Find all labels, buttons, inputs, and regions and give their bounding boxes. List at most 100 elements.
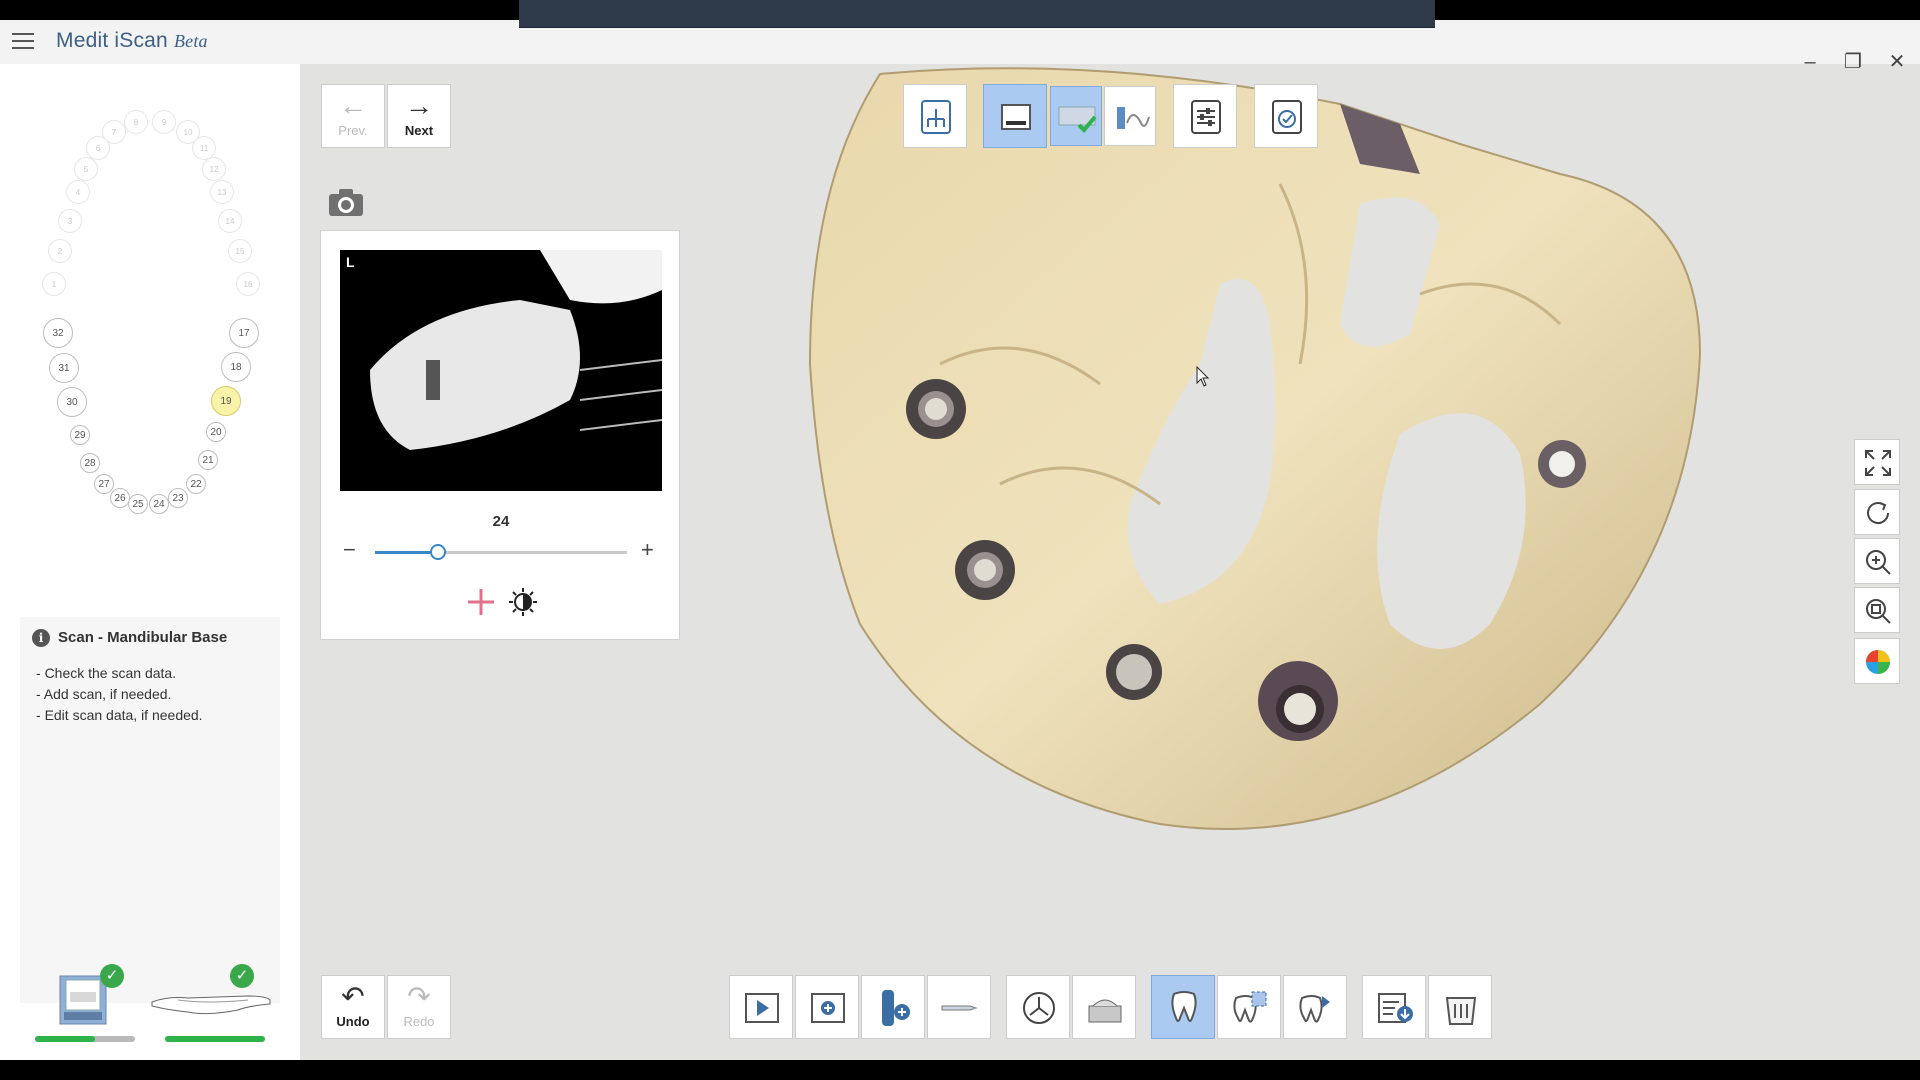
- tooth-22[interactable]: 22: [186, 474, 206, 494]
- increase-button[interactable]: +: [641, 537, 654, 563]
- brightness-slider[interactable]: [375, 544, 627, 560]
- trash-icon: [1445, 997, 1477, 1025]
- workflow-button[interactable]: [903, 84, 967, 148]
- info-item: Edit scan data, if needed.: [36, 705, 203, 726]
- contrast-icon[interactable]: [508, 587, 538, 617]
- scan-stage-implant-button[interactable]: [1104, 86, 1156, 146]
- base-scan-icon: [1001, 104, 1031, 130]
- undo-button[interactable]: ↶ Undo: [321, 975, 385, 1039]
- mouse-cursor-icon: [1196, 366, 1210, 387]
- menu-icon[interactable]: [12, 33, 34, 51]
- tooth-4[interactable]: 4: [66, 180, 90, 204]
- delete-button[interactable]: [1428, 975, 1492, 1039]
- tooth-31[interactable]: 31: [49, 353, 79, 383]
- tooth-30[interactable]: 30: [57, 387, 87, 417]
- scan-preview-panel: L 24 − +: [320, 230, 680, 640]
- tooth-23[interactable]: 23: [168, 488, 188, 508]
- info-title: i Scan - Mandibular Base: [32, 629, 227, 647]
- align-icon: [1023, 992, 1055, 1024]
- info-icon: i: [32, 629, 50, 647]
- play-scan-button[interactable]: [729, 975, 793, 1039]
- tooth-7[interactable]: 7: [102, 120, 126, 144]
- tooth-26[interactable]: 26: [110, 488, 130, 508]
- settings-button[interactable]: [1173, 84, 1237, 148]
- fit-to-screen-button[interactable]: [1854, 439, 1900, 485]
- tooth-17[interactable]: 17: [229, 318, 259, 348]
- tooth-13[interactable]: 13: [210, 180, 234, 204]
- undo-icon: ↶: [341, 981, 365, 1012]
- prev-button[interactable]: ← Prev.: [321, 84, 385, 148]
- tooth-20[interactable]: 20: [206, 422, 226, 442]
- stage-antagonist-scan[interactable]: ✓: [148, 962, 278, 1062]
- tooth-8[interactable]: 8: [124, 110, 148, 134]
- tooth-1[interactable]: 1: [42, 272, 66, 296]
- zoom-fit-button[interactable]: [1854, 587, 1900, 633]
- app-window: Medit iScan Beta – ❐ ✕ 1 2 3 4 5 6 7 8 9 10 11 12 13…: [0, 0, 1920, 1080]
- tooth-15[interactable]: 15: [228, 239, 252, 263]
- camera-icon[interactable]: [327, 186, 365, 218]
- tooth-32[interactable]: 32: [43, 318, 73, 348]
- base-model-button[interactable]: [1072, 975, 1136, 1039]
- scanbody-add-icon: [882, 990, 910, 1026]
- redo-label: Redo: [403, 1014, 435, 1029]
- tooth-2[interactable]: 2: [48, 239, 72, 263]
- app-title: Medit iScan Beta: [56, 29, 208, 53]
- tooth-5[interactable]: 5: [74, 157, 98, 181]
- color-map-button[interactable]: [1854, 638, 1900, 684]
- scanbody-library-button[interactable]: [927, 975, 991, 1039]
- info-item: Check the scan data.: [36, 663, 203, 684]
- stage-base-scan[interactable]: ✓: [40, 962, 140, 1062]
- add-scanbody-button[interactable]: [861, 975, 925, 1039]
- antagonist-scan-icon: [151, 995, 271, 1015]
- tooth-25[interactable]: 25: [128, 494, 148, 514]
- play-icon: [745, 993, 779, 1023]
- import-data-button[interactable]: [1362, 975, 1426, 1039]
- tooth-21[interactable]: 21: [198, 450, 218, 470]
- tooth-14[interactable]: 14: [218, 209, 242, 233]
- tooth-29[interactable]: 29: [70, 425, 90, 445]
- next-button[interactable]: → Next: [387, 84, 451, 148]
- rotate-button[interactable]: [1854, 489, 1900, 535]
- scan-stage-model-button[interactable]: [1050, 86, 1102, 146]
- scan-stage-base-button[interactable]: [983, 84, 1047, 148]
- tooth-19[interactable]: 19: [211, 386, 241, 416]
- maximize-button[interactable]: ❐: [1833, 42, 1873, 82]
- model-scan-icon: [1058, 106, 1097, 133]
- crosshair-icon[interactable]: [466, 587, 496, 617]
- close-button[interactable]: ✕: [1877, 42, 1917, 82]
- zoom-in-button[interactable]: [1854, 538, 1900, 584]
- add-scan-area-button[interactable]: [795, 975, 859, 1039]
- info-item: Add scan, if needed.: [36, 684, 203, 705]
- arrow-left-icon: ←: [339, 90, 367, 121]
- undo-label: Undo: [336, 1014, 370, 1029]
- minimize-button[interactable]: –: [1790, 42, 1830, 82]
- tooth-area-button[interactable]: [1217, 975, 1281, 1039]
- screen-bottom-bar: [0, 1060, 1920, 1080]
- 3d-model-viewport[interactable]: [800, 64, 1720, 864]
- verify-button[interactable]: [1254, 84, 1318, 148]
- stage-complete-check-icon: ✓: [100, 964, 124, 988]
- stage-base-progress-fill: [35, 1036, 95, 1042]
- tooth-12[interactable]: 12: [202, 157, 226, 181]
- info-list: Check the scan data. Add scan, if needed…: [36, 663, 203, 726]
- tooth-9[interactable]: 9: [152, 110, 176, 134]
- redo-button[interactable]: ↷ Redo: [387, 975, 451, 1039]
- tooth-edit-button[interactable]: [1283, 975, 1347, 1039]
- info-title-text: Scan - Mandibular Base: [58, 629, 228, 646]
- tooth-24[interactable]: 24: [149, 494, 169, 514]
- tooth-18[interactable]: 18: [221, 352, 251, 382]
- align-button[interactable]: [1006, 975, 1070, 1039]
- app-badge: Beta: [173, 31, 208, 51]
- tooth-icon: [1171, 991, 1197, 1022]
- tooth-select-button[interactable]: [1151, 975, 1215, 1039]
- base-model-icon: [1088, 999, 1122, 1023]
- tooth-28[interactable]: 28: [80, 453, 100, 473]
- tooth-16[interactable]: 16: [236, 272, 260, 296]
- expand-icon: [1865, 450, 1891, 476]
- decrease-button[interactable]: −: [343, 537, 356, 563]
- stage-complete-check-icon: ✓: [230, 964, 254, 988]
- scan-preview-image: [340, 250, 662, 491]
- scanbody-icon: [941, 1005, 978, 1011]
- slider-handle[interactable]: [430, 544, 446, 560]
- tooth-3[interactable]: 3: [58, 209, 82, 233]
